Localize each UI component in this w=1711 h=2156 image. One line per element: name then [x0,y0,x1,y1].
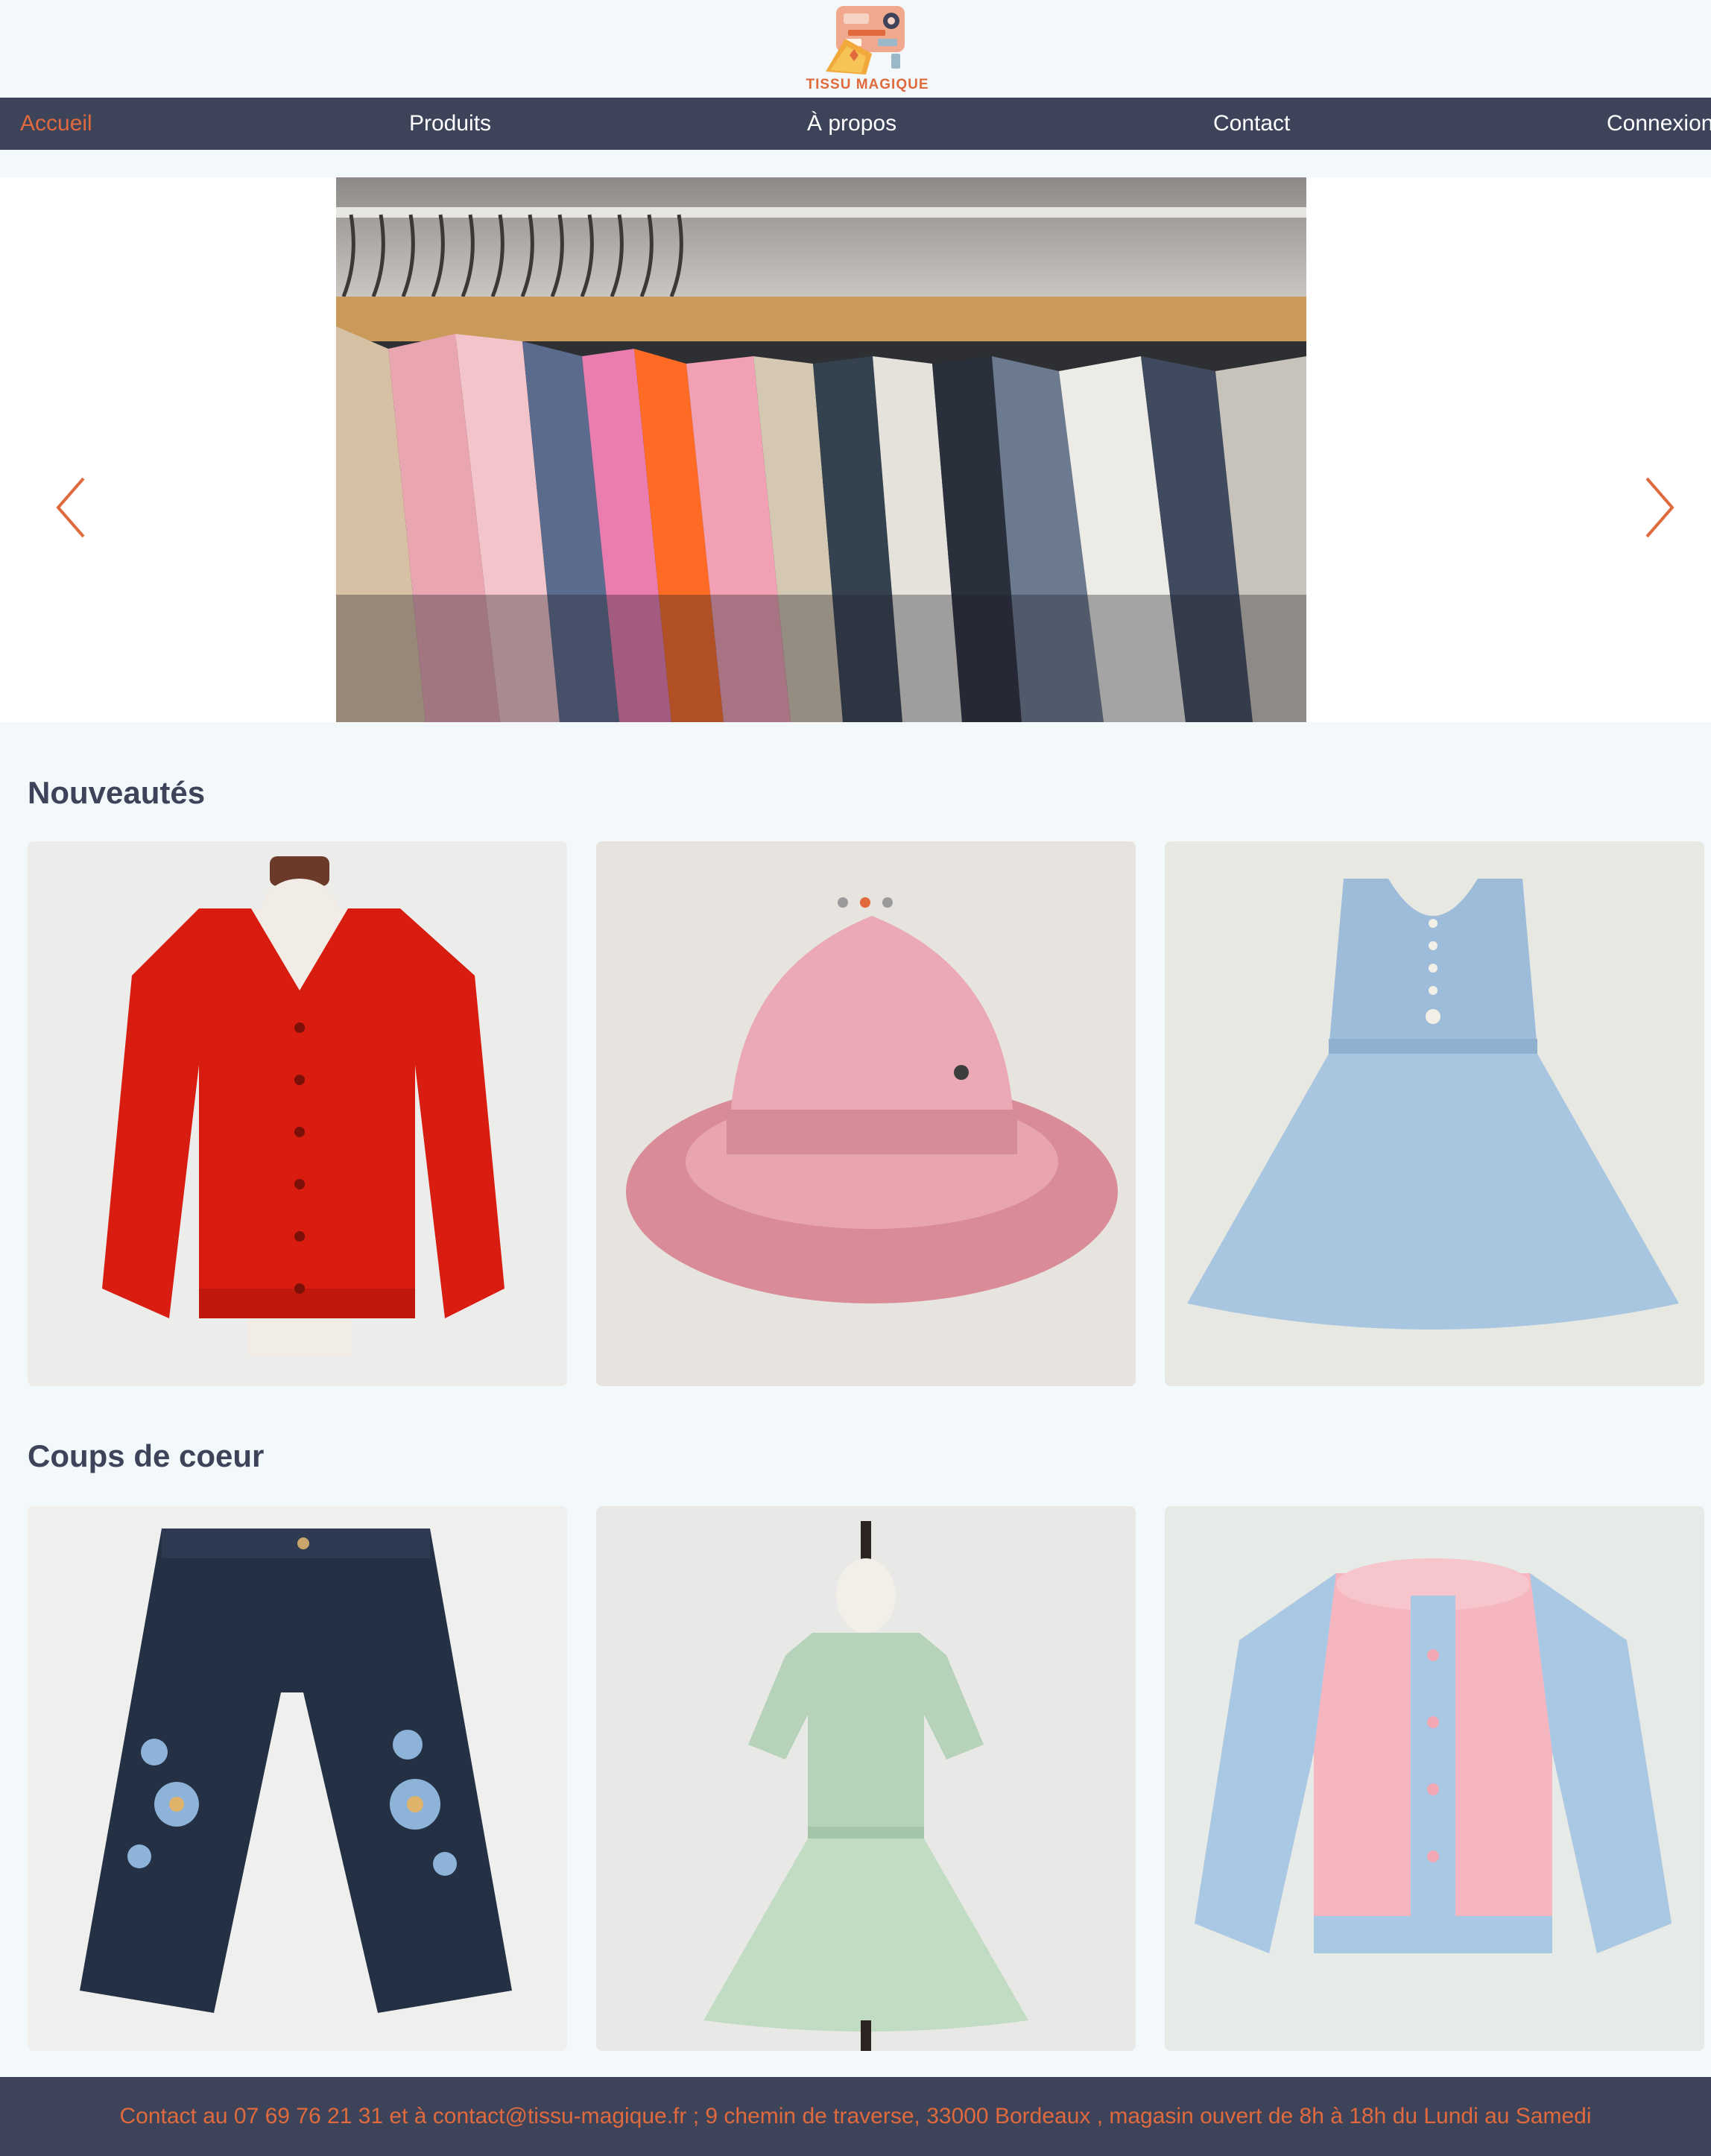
pink-bucket-hat-image [596,841,1136,1386]
product-card-pink-bucket-hat[interactable] [596,841,1136,1386]
product-card-green-dress[interactable] [596,1506,1136,2051]
carousel-prev-button[interactable] [51,474,95,541]
nav-login[interactable]: Connexion [1607,98,1711,150]
nav-contact[interactable]: Contact [1213,98,1290,150]
carousel-next-button[interactable] [1635,474,1680,541]
product-card-red-cardigan[interactable] [28,841,567,1386]
section-title-favorites: Coups de coeur [28,1438,265,1473]
chevron-left-icon [56,477,85,538]
product-card-embroidered-jeans[interactable] [28,1506,567,2051]
nav-about[interactable]: À propos [807,98,896,150]
brand-name: TISSU MAGIQUE [806,77,929,92]
main-nav: Accueil Produits À propos Contact Connex… [0,98,1711,150]
footer-contact-info: Contact au 07 69 76 21 31 et à contact@t… [0,2077,1711,2156]
hero-carousel [0,177,1711,722]
carousel-dots [838,897,893,908]
nav-home[interactable]: Accueil [20,98,92,150]
section-title-new: Nouveautés [28,775,206,810]
chevron-right-icon [1645,477,1674,538]
hero-image-clothing-rack [336,177,1306,722]
nav-products[interactable]: Produits [409,98,491,150]
product-card-blue-dress[interactable] [1165,841,1704,1386]
green-dress-image [596,1506,1136,2051]
blue-dress-image [1165,841,1704,1386]
red-cardigan-image [28,841,567,1386]
embroidered-jeans-image [28,1506,567,2051]
pastel-cardigan-image [1165,1506,1704,2051]
product-card-pastel-cardigan[interactable] [1165,1506,1704,2051]
